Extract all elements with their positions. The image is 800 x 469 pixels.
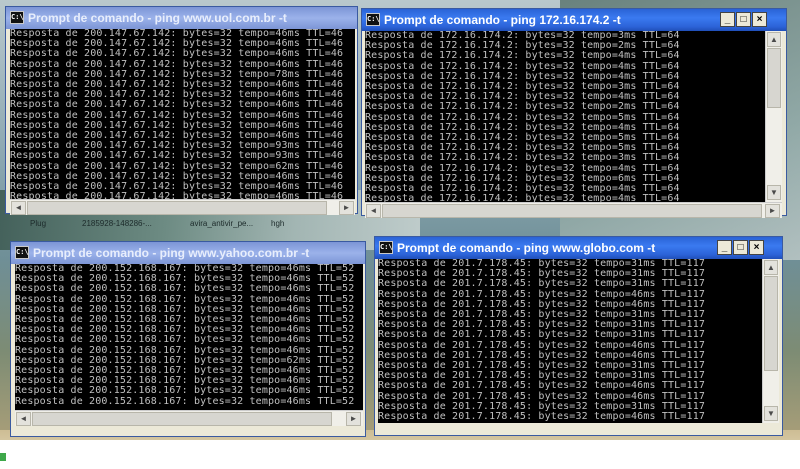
cmd-icon: C:\ [10, 11, 24, 24]
desktop-icon-label-avira[interactable]: avira_antivir_pe... [190, 219, 253, 228]
window-title: Prompt de comando - ping 172.16.174.2 -t [384, 13, 621, 27]
scroll-right-button[interactable]: ► [339, 201, 354, 215]
desktop-icon-label-hgh[interactable]: hgh [271, 219, 284, 228]
horizontal-scrollbar[interactable]: ◄ ► [365, 202, 782, 218]
console-line: Resposta de 201.7.178.45: bytes=32 tempo… [378, 411, 706, 423]
close-button[interactable]: × [749, 240, 764, 255]
close-button[interactable]: × [752, 12, 767, 27]
vertical-scrollbar[interactable]: ▲ ▼ [765, 31, 782, 202]
desktop-green-marker [0, 453, 6, 461]
scroll-down-button[interactable]: ▼ [767, 185, 781, 200]
scroll-down-button[interactable]: ▼ [764, 406, 778, 421]
scroll-left-button[interactable]: ◄ [16, 412, 31, 426]
scroll-left-button[interactable]: ◄ [366, 204, 381, 218]
desktop-icon-labels: Plug 2185928-148286-... avira_antivir_pe… [30, 219, 360, 231]
titlebar-ping-local[interactable]: C:\ Prompt de comando - ping 172.16.174.… [362, 9, 786, 31]
titlebar-ping-uol[interactable]: C:\ Prompt de comando - ping www.uol.com… [6, 7, 357, 29]
titlebar-ping-globo[interactable]: C:\ Prompt de comando - ping www.globo.c… [375, 237, 782, 259]
titlebar-ping-yahoo[interactable]: C:\ Prompt de comando - ping www.yahoo.c… [11, 242, 365, 264]
desktop-icon-label-file[interactable]: 2185928-148286-... [82, 219, 152, 228]
cmd-icon: C:\ [15, 246, 29, 259]
scroll-right-button[interactable]: ► [346, 412, 361, 426]
cmd-icon: C:\ [379, 241, 393, 254]
console-line: Resposta de 200.147.67.142: bytes=32 tem… [10, 191, 344, 199]
maximize-button[interactable]: □ [736, 12, 751, 27]
console-output-yahoo[interactable]: Resposta de 200.152.168.167: bytes=32 te… [15, 264, 363, 410]
minimize-button[interactable]: _ [720, 12, 735, 27]
window-ping-yahoo[interactable]: C:\ Prompt de comando - ping www.yahoo.c… [10, 241, 366, 437]
cmd-icon: C:\ [366, 13, 380, 26]
scroll-up-button[interactable]: ▲ [767, 32, 781, 47]
minimize-button[interactable]: _ [717, 240, 732, 255]
window-ping-uol[interactable]: C:\ Prompt de comando - ping www.uol.com… [5, 6, 358, 215]
scroll-right-button[interactable]: ► [765, 204, 780, 218]
scroll-left-button[interactable]: ◄ [11, 201, 26, 215]
window-title: Prompt de comando - ping www.yahoo.com.b… [33, 246, 310, 260]
desktop-bottom-strip [0, 440, 800, 469]
console-lines: Resposta de 201.7.178.45: bytes=32 tempo… [378, 259, 762, 422]
console-lines: Resposta de 200.152.168.167: bytes=32 te… [15, 264, 363, 407]
scroll-up-button[interactable]: ▲ [764, 260, 778, 275]
scroll-thumb[interactable] [382, 204, 762, 218]
desktop-icon-label-plug[interactable]: Plug [30, 219, 46, 228]
console-output-local[interactable]: Resposta de 172.16.174.2: bytes=32 tempo… [365, 31, 765, 202]
scroll-thumb[interactable] [764, 276, 778, 371]
window-ping-local[interactable]: C:\ Prompt de comando - ping 172.16.174.… [361, 8, 787, 218]
console-line: Resposta de 200.152.168.167: bytes=32 te… [15, 395, 355, 407]
scroll-thumb[interactable] [27, 201, 327, 215]
vertical-scrollbar[interactable]: ▲ ▼ [762, 259, 779, 423]
horizontal-scrollbar[interactable]: ◄ ► [15, 410, 363, 426]
window-title: Prompt de comando - ping www.globo.com -… [397, 241, 656, 255]
scroll-thumb[interactable] [767, 48, 781, 108]
console-lines: Resposta de 200.147.67.142: bytes=32 tem… [10, 29, 355, 199]
window-ping-globo[interactable]: C:\ Prompt de comando - ping www.globo.c… [374, 236, 783, 436]
console-lines: Resposta de 172.16.174.2: bytes=32 tempo… [365, 31, 765, 202]
maximize-button[interactable]: □ [733, 240, 748, 255]
horizontal-scrollbar[interactable]: ◄ ► [10, 199, 355, 215]
scroll-thumb[interactable] [32, 412, 332, 426]
console-output-globo[interactable]: Resposta de 201.7.178.45: bytes=32 tempo… [378, 259, 762, 423]
console-output-uol[interactable]: Resposta de 200.147.67.142: bytes=32 tem… [10, 29, 355, 199]
console-line: Resposta de 172.16.174.2: bytes=32 tempo… [365, 193, 680, 202]
window-title: Prompt de comando - ping www.uol.com.br … [28, 11, 287, 25]
